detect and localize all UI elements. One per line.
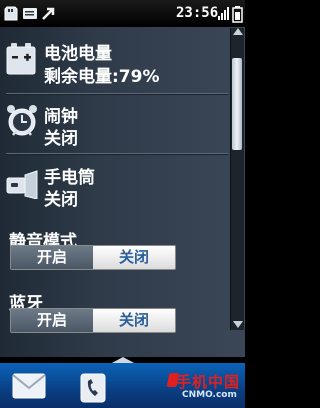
alarm-status: 关闭	[44, 129, 78, 149]
phone-icon[interactable]	[79, 373, 107, 403]
clock-time: 23:56	[176, 5, 219, 21]
scroll-thumb[interactable]	[232, 58, 242, 150]
silent-mode-off-option[interactable]: 关闭	[93, 246, 175, 269]
sd-card-icon	[4, 6, 18, 21]
flashlight-icon[interactable]	[6, 169, 40, 199]
bluetooth-on-option[interactable]: 开启	[11, 309, 93, 332]
silent-mode-on-option[interactable]: 开启	[11, 246, 93, 269]
scroll-down-arrow-icon[interactable]	[233, 321, 243, 328]
flashlight-status: 关闭	[44, 190, 78, 210]
battery-icon	[6, 43, 36, 75]
divider	[6, 153, 228, 154]
silent-mode-toggle[interactable]: 开启 关闭	[10, 245, 176, 270]
watermark-en: CNMO.com	[182, 390, 237, 400]
missed-call-icon	[42, 7, 55, 20]
contacts-card-icon	[23, 8, 37, 19]
divider	[6, 93, 228, 94]
battery-icon	[232, 6, 243, 23]
bluetooth-off-option[interactable]: 关闭	[93, 309, 175, 332]
settings-panel: 电池电量 剩余电量:79% 闹钟 关闭 手电筒 关闭 静音模式 开启 关闭 蓝牙…	[0, 27, 245, 357]
watermark-logo: 手机中国 CNMO.com	[166, 371, 242, 405]
watermark-cn: 手机中国	[176, 373, 241, 391]
battery-title: 电池电量	[44, 44, 112, 64]
message-icon[interactable]	[12, 373, 46, 399]
status-bar: 23:56	[0, 0, 245, 27]
scroll-up-arrow-icon[interactable]	[233, 28, 243, 35]
signal-icon	[218, 7, 229, 20]
alarm-clock-icon[interactable]	[6, 104, 38, 138]
scrollbar[interactable]	[230, 28, 244, 330]
battery-remaining: 剩余电量:79%	[44, 67, 160, 87]
bluetooth-toggle[interactable]: 开启 关闭	[10, 308, 176, 333]
